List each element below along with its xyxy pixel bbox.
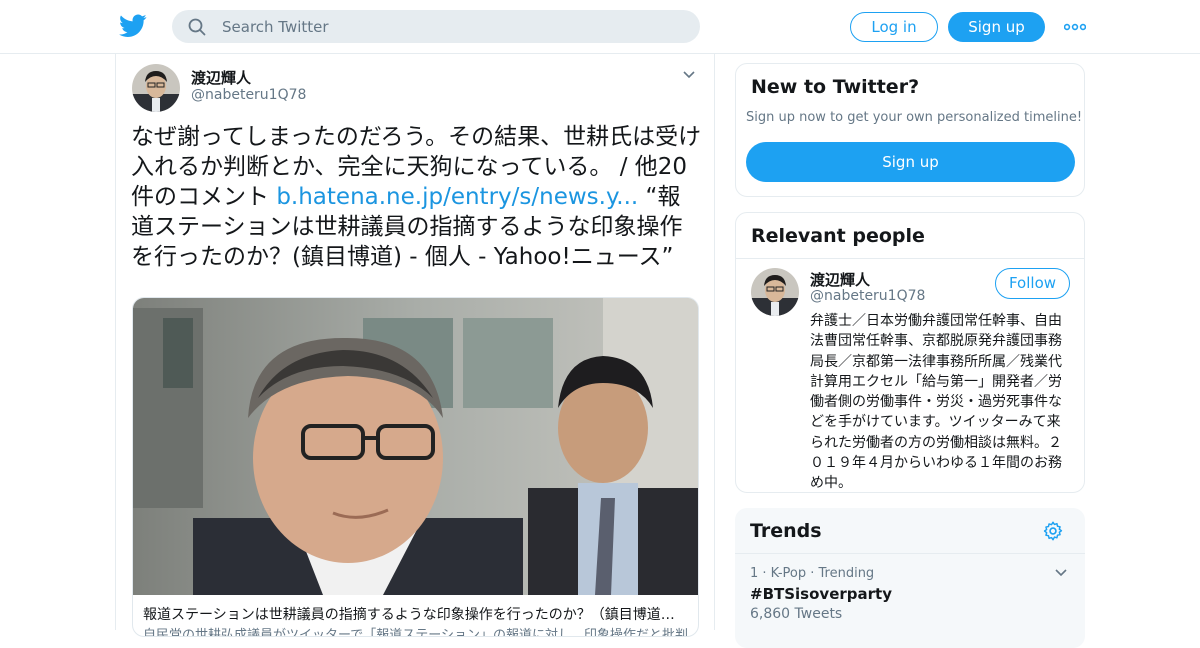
divider — [735, 553, 1085, 554]
tweet-column: 渡辺輝人 @nabeteru1Q78 なぜ謝ってしまったのだろう。その結果、世耕… — [115, 54, 715, 637]
new-to-twitter-panel: New to Twitter? Sign up now to get your … — [735, 63, 1085, 197]
card-title[interactable]: 報道ステーションは世耕議員の指摘するような印象操作を行ったのか？（鎮目博道） -… — [143, 604, 688, 624]
avatar-photo — [751, 268, 799, 316]
person-bio: 弁護士／日本労働弁護団常任幹事、自由法曹団常任幹事、京都脱原発弁護団事務局長／京… — [810, 313, 1062, 492]
card-description: 自民党の世耕弘成議員がツイッターで「報道ステーション」の報道に対し、印象操作だと… — [143, 628, 688, 637]
chevron-down-icon[interactable] — [682, 70, 696, 80]
signup-large-button[interactable]: Sign up — [746, 142, 1075, 182]
gear-icon[interactable] — [1042, 520, 1064, 542]
author-name[interactable]: 渡辺輝人 — [191, 67, 251, 88]
avatar-photo — [132, 64, 180, 112]
card-photo — [133, 298, 698, 595]
tweet-link[interactable]: b.hatena.ne.jp/entry/s/news.y... — [276, 184, 638, 210]
panel-title: New to Twitter? — [751, 76, 920, 98]
relevant-people-panel: Relevant people 渡辺輝人 @nabeteru1Q78 Follo… — [735, 212, 1085, 493]
panel-subtitle: Sign up now to get your own personalized… — [746, 110, 1083, 125]
trend-hashtag[interactable]: #BTSisoverparty — [750, 585, 892, 603]
author-handle[interactable]: @nabeteru1Q78 — [191, 87, 306, 103]
trend-tweet-count: 6,860 Tweets — [750, 606, 843, 622]
top-bar: Search Twitter Log in Sign up — [0, 0, 1200, 54]
person-avatar[interactable] — [751, 268, 799, 316]
follow-button[interactable]: Follow — [995, 268, 1070, 299]
chevron-down-icon[interactable] — [1054, 568, 1068, 578]
trends-panel: Trends 1 · K-Pop · Trending #BTSisoverpa… — [735, 508, 1085, 648]
search-input[interactable]: Search Twitter — [222, 18, 329, 36]
login-button[interactable]: Log in — [850, 12, 938, 42]
author-avatar[interactable] — [132, 64, 180, 112]
divider — [736, 258, 1084, 259]
twitter-bird-icon[interactable] — [119, 13, 147, 39]
more-dots-icon[interactable] — [1064, 23, 1086, 31]
person-handle[interactable]: @nabeteru1Q78 — [810, 288, 925, 304]
panel-title: Trends — [750, 520, 822, 542]
link-card[interactable]: 報道ステーションは世耕議員の指摘するような印象操作を行ったのか？（鎮目博道） -… — [132, 297, 699, 637]
person-name[interactable]: 渡辺輝人 — [810, 269, 870, 290]
search-box[interactable]: Search Twitter — [172, 10, 700, 43]
search-icon — [188, 18, 206, 36]
trend-meta: 1 · K-Pop · Trending — [750, 566, 875, 581]
signup-button[interactable]: Sign up — [948, 12, 1045, 42]
panel-title: Relevant people — [751, 225, 925, 247]
tweet-text: なぜ謝ってしまったのだろう。その結果、世耕氏は受け入れるか判断とか、完全に天狗に… — [131, 122, 703, 272]
